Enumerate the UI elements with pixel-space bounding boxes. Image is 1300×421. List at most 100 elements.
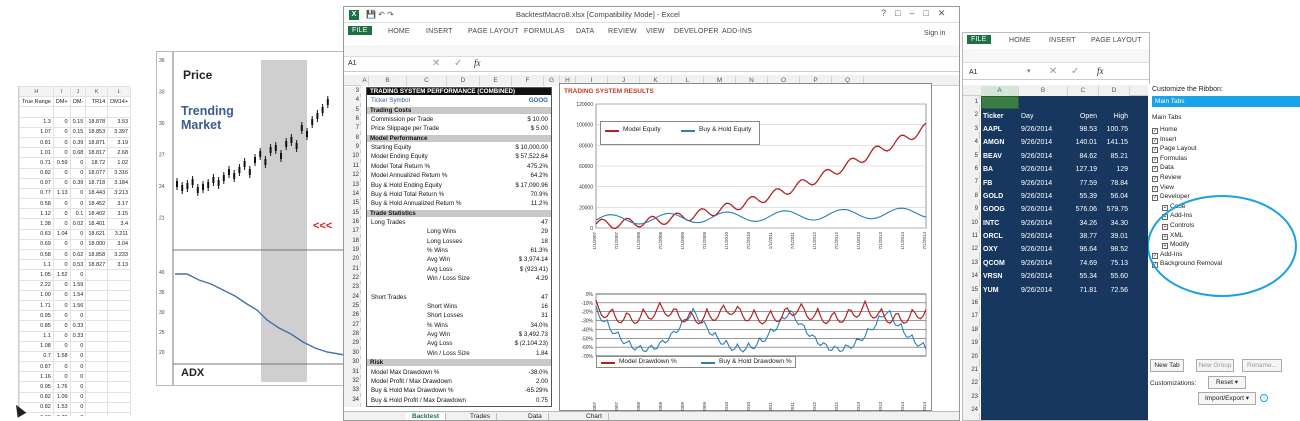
- right-cell[interactable]: 96.64: [1068, 243, 1099, 256]
- right-cell[interactable]: 98.52: [1099, 243, 1130, 256]
- left-col-letter[interactable]: L: [107, 86, 132, 98]
- left-cell[interactable]: 1.12: [19, 208, 54, 220]
- left-cell[interactable]: 0: [52, 371, 71, 383]
- row-number[interactable]: 33: [344, 387, 361, 394]
- left-cell[interactable]: 1.08: [19, 340, 54, 352]
- left-cell[interactable]: 3.53: [107, 116, 132, 128]
- left-cell[interactable]: 18.621: [85, 228, 109, 240]
- sheet-tab-trades[interactable]: Trades: [464, 413, 497, 420]
- left-cell[interactable]: 0: [69, 198, 87, 210]
- left-cell[interactable]: 0: [69, 269, 87, 281]
- right-cell[interactable]: 9/26/2014: [1019, 150, 1068, 163]
- left-cell[interactable]: [85, 289, 109, 301]
- left-cell[interactable]: [19, 106, 54, 118]
- left-cell[interactable]: 18.000: [85, 238, 109, 251]
- right-header-cell[interactable]: Open: [1068, 109, 1099, 122]
- stat-label[interactable]: TRADING SYSTEM PERFORMANCE (COMBINED): [367, 88, 551, 95]
- left-cell[interactable]: 0: [69, 167, 87, 179]
- stat-value[interactable]: $ 10,000.00: [515, 144, 548, 151]
- left-cell[interactable]: 18.72: [85, 157, 109, 169]
- row-number[interactable]: 17: [344, 228, 361, 235]
- stat-label[interactable]: Model Annualized Return %: [371, 172, 447, 179]
- right-row-number[interactable]: 13: [963, 259, 980, 266]
- right-cell[interactable]: 55.34: [1068, 270, 1099, 283]
- left-cell[interactable]: 0.95: [19, 310, 54, 322]
- left-cell[interactable]: 0: [69, 340, 87, 352]
- left-cell[interactable]: 18.853: [85, 126, 109, 138]
- right-cell[interactable]: 129: [1099, 163, 1130, 176]
- stat-label[interactable]: Buy & Hold Total Return %: [371, 191, 444, 198]
- stat-value[interactable]: -38.0%: [528, 369, 548, 376]
- left-cell[interactable]: 1.56: [69, 299, 87, 312]
- right-cell[interactable]: 9/26/2014: [1019, 230, 1068, 243]
- row-number[interactable]: 4: [344, 97, 361, 104]
- left-cell[interactable]: 2.22: [19, 279, 54, 291]
- left-cell[interactable]: 18.452: [85, 198, 109, 210]
- column-header-E[interactable]: E: [480, 76, 512, 86]
- left-cell[interactable]: 0.15: [69, 126, 87, 138]
- right-cell[interactable]: 75.13: [1099, 257, 1130, 270]
- right-cell[interactable]: 9/26/2014: [1019, 123, 1068, 136]
- right-enter-icon[interactable]: ✓: [1071, 66, 1079, 77]
- stat-value[interactable]: 11.2%: [531, 200, 548, 207]
- right-row-number[interactable]: 7: [963, 179, 980, 186]
- right-row-number[interactable]: 19: [963, 340, 980, 347]
- left-col-letter[interactable]: K: [85, 86, 109, 98]
- left-cell[interactable]: 0.79: [52, 411, 71, 416]
- left-cell[interactable]: 0: [69, 228, 87, 240]
- left-cell[interactable]: 3.184: [107, 177, 132, 189]
- info-icon[interactable]: i: [1260, 394, 1268, 402]
- left-cell[interactable]: 0.69: [19, 238, 54, 251]
- stat-value[interactable]: $ 10.00: [527, 116, 548, 123]
- right-row-number[interactable]: 14: [963, 273, 980, 280]
- left-cell[interactable]: [107, 269, 132, 281]
- left-cell[interactable]: 18.871: [85, 136, 109, 149]
- left-cell[interactable]: 1.71: [19, 299, 54, 312]
- left-cell[interactable]: 18.401: [85, 218, 109, 230]
- stat-label[interactable]: Avg Win: [427, 256, 450, 263]
- left-cell[interactable]: 1.05: [19, 269, 54, 281]
- stat-value[interactable]: $ 57,522.64: [515, 153, 548, 160]
- right-cell[interactable]: 9/26/2014: [1019, 270, 1068, 283]
- sheet-tab-data[interactable]: Data: [522, 413, 549, 420]
- stat-label[interactable]: Buy & Hold Max Drawdown %: [371, 387, 454, 394]
- left-cell[interactable]: [85, 411, 109, 416]
- left-cell[interactable]: 3.15: [107, 208, 132, 220]
- right-row-number[interactable]: 1: [963, 99, 980, 105]
- right-cell[interactable]: VRSN: [981, 270, 1019, 283]
- new-tab-button[interactable]: New Tab: [1150, 359, 1184, 372]
- stat-value[interactable]: 29: [541, 228, 548, 235]
- stat-label[interactable]: Model Performance: [367, 134, 551, 142]
- row-number[interactable]: 11: [344, 162, 361, 169]
- left-cell[interactable]: 0: [52, 259, 71, 271]
- left-cell[interactable]: 2.68: [107, 147, 132, 159]
- left-cell[interactable]: 0.63: [19, 228, 54, 240]
- left-cell[interactable]: 0: [69, 411, 87, 416]
- right-cell[interactable]: 9/26/2014: [1019, 176, 1068, 189]
- row-number[interactable]: 14: [344, 190, 361, 197]
- left-cell[interactable]: 0.82: [19, 391, 54, 403]
- right-cell[interactable]: 9/26/2014: [1019, 283, 1068, 296]
- tab-insert[interactable]: INSERT: [426, 28, 453, 35]
- left-cell[interactable]: [107, 411, 132, 416]
- right-cell[interactable]: GOOG: [981, 203, 1019, 216]
- stat-label[interactable]: Trade Statistics: [367, 209, 551, 217]
- left-cell[interactable]: 0.58: [19, 198, 54, 210]
- left-cell[interactable]: 18.718: [85, 177, 109, 189]
- left-cell[interactable]: 0: [52, 167, 71, 179]
- right-cell[interactable]: 576.06: [1068, 203, 1099, 216]
- right-column-header-D[interactable]: D: [1099, 86, 1130, 96]
- right-tab-insert[interactable]: INSERT: [1049, 37, 1076, 44]
- right-cell[interactable]: 78.84: [1099, 176, 1130, 189]
- row-number[interactable]: 23: [344, 284, 361, 291]
- left-cell[interactable]: [107, 401, 132, 414]
- stat-value[interactable]: 47: [541, 219, 548, 226]
- stat-label[interactable]: % Wins: [427, 247, 448, 254]
- left-cell[interactable]: [85, 361, 109, 373]
- left-cell[interactable]: [107, 289, 132, 301]
- row-number[interactable]: 18: [344, 237, 361, 244]
- left-cell[interactable]: 0.59: [52, 157, 71, 169]
- left-cell[interactable]: [85, 299, 109, 312]
- right-cell[interactable]: BA: [981, 163, 1019, 176]
- right-cell[interactable]: 9/26/2014: [1019, 136, 1068, 149]
